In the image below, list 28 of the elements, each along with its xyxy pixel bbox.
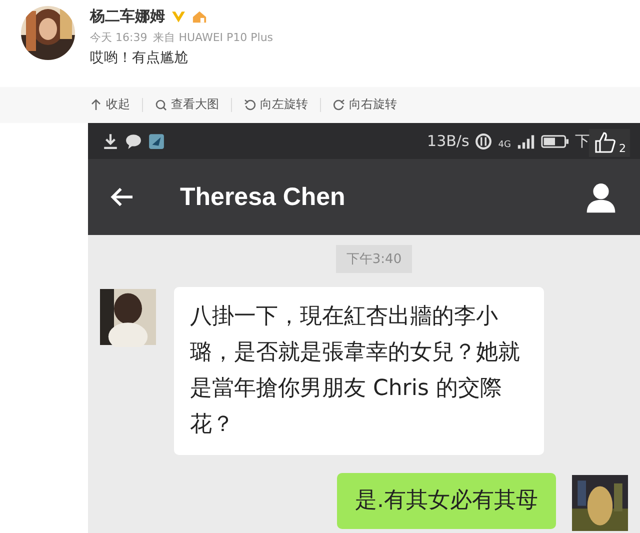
download-icon xyxy=(102,132,119,150)
post-time: 今天 16:39 xyxy=(90,30,148,45)
author-name[interactable]: 杨二车娜姆 xyxy=(90,7,165,26)
toolbar-button[interactable]: 查看大图 xyxy=(149,96,225,114)
network-type: 4G xyxy=(498,140,511,150)
rotate-right-icon xyxy=(333,98,345,111)
app-icon xyxy=(148,132,165,150)
battery-icon xyxy=(541,134,569,148)
toolbar-button[interactable]: 向右旋转 xyxy=(327,96,403,114)
up-arrow-icon xyxy=(90,98,102,111)
received-message: 八掛一下，現在紅杏出牆的李小璐，是否就是張韋幸的女兒？她就是當年搶你男朋友 Chris 的交際花？ xyxy=(174,287,544,455)
verified-icon xyxy=(171,10,186,24)
network-speed: 13B/s xyxy=(427,132,470,150)
chat-title: Theresa Chen xyxy=(180,182,346,212)
post-source: 来自 HUAWEI P10 Plus xyxy=(153,30,274,45)
sent-message: 是.有其女必有其母 xyxy=(337,473,556,529)
timestamp: 下午3:40 xyxy=(336,245,412,273)
toolbar-button[interactable]: 收起 xyxy=(84,96,136,114)
chat-icon xyxy=(125,132,142,150)
like-badge[interactable]: 2 xyxy=(589,129,630,157)
clock-text: 下 xyxy=(575,132,590,150)
signal-icon xyxy=(517,134,535,148)
rotate-left-icon xyxy=(244,98,256,111)
house-icon xyxy=(192,10,207,24)
data-icon xyxy=(475,132,492,150)
toolbar-button[interactable]: 向左旋转 xyxy=(238,96,314,114)
post-text: 哎哟！有点尴尬 xyxy=(90,49,189,67)
search-icon xyxy=(155,98,167,111)
